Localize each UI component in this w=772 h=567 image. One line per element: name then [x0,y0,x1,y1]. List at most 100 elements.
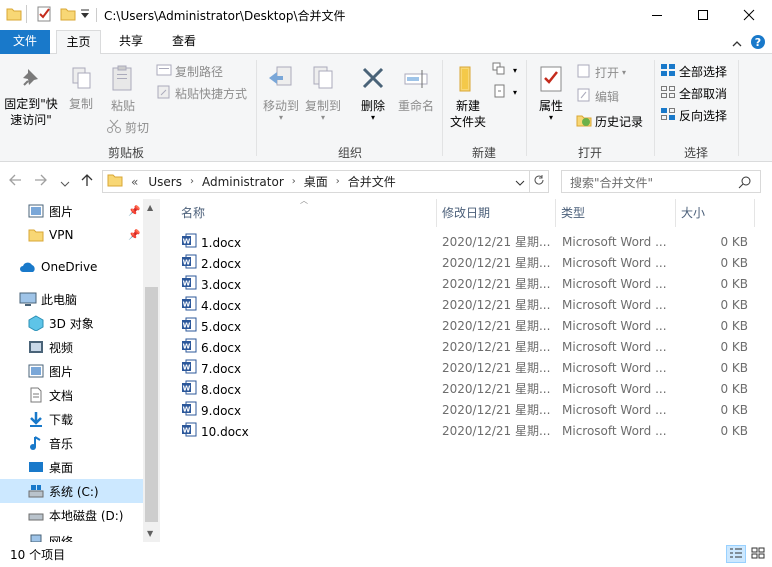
file-name-cell[interactable]: W 5.docx [181,316,241,339]
forward-arrow-icon[interactable] [34,173,48,191]
nav-item-network[interactable]: 网络 [0,533,144,542]
search-input[interactable]: 搜索"合并文件" [561,170,761,193]
nav-item-vpn[interactable]: VPN 📌 [0,223,144,247]
file-name-cell[interactable]: W 6.docx [181,337,241,360]
nav-item-label: 下载 [49,412,74,427]
file-name-cell[interactable]: W 3.docx [181,274,241,297]
file-row[interactable]: W 5.docx 2020/12/21 星期... Microsoft Word ..… [177,316,767,337]
file-name-cell[interactable]: W 7.docx [181,358,241,381]
chevron-right-icon[interactable]: › [190,176,194,187]
file-row[interactable]: W 2.docx 2020/12/21 星期... Microsoft Word ..… [177,253,767,274]
maximize-button[interactable] [680,0,726,30]
up-arrow-icon[interactable] [80,173,94,191]
column-header-type[interactable]: 类型 [561,199,671,227]
file-name-cell[interactable]: W 10.docx [181,421,249,444]
file-name-cell[interactable]: W 9.docx [181,400,241,423]
tab-home[interactable]: 主页 [56,30,101,55]
tab-share[interactable]: 共享 [108,30,154,54]
copy-button[interactable]: 复制 [64,66,98,112]
breadcrumb-administrator[interactable]: Administrator [202,175,284,189]
breadcrumb-desktop[interactable]: 桌面 [304,173,328,190]
large-icons-view-button[interactable] [748,545,768,563]
folder-icon [107,173,123,190]
pin-icon[interactable]: 📌 [128,230,140,241]
nav-item-pictures[interactable]: 图片 [0,359,144,383]
nav-item-local-disk-d[interactable]: 本地磁盘 (D:) [0,503,144,527]
column-header-name[interactable]: 名称 [181,199,436,227]
nav-item-videos[interactable]: 视频 [0,335,144,359]
column-divider[interactable] [555,199,556,227]
customize-quick-access-icon[interactable] [80,8,90,23]
delete-button[interactable]: 删除 ▾ [354,64,392,122]
nav-item-this-pc[interactable]: 此电脑 [0,287,144,311]
invert-selection-button[interactable]: 反向选择 [660,107,727,124]
help-icon[interactable]: ? [750,34,766,53]
recent-locations-icon[interactable] [60,176,70,192]
scroll-down-icon[interactable]: ▼ [147,529,153,538]
column-header-date[interactable]: 修改日期 [442,199,552,227]
file-row[interactable]: W 1.docx 2020/12/21 星期... Microsoft Word ..… [177,232,767,253]
nav-item-downloads[interactable]: 下载 [0,407,144,431]
column-divider[interactable] [675,199,676,227]
back-arrow-icon[interactable] [8,173,22,191]
file-row[interactable]: W 6.docx 2020/12/21 星期... Microsoft Word ..… [177,337,767,358]
column-divider[interactable] [436,199,437,227]
chevron-right-icon[interactable]: › [336,176,340,187]
nav-item-pictures-pinned[interactable]: 图片 📌 [0,199,144,223]
file-name-cell[interactable]: W 4.docx [181,295,241,318]
tab-file[interactable]: 文件 [0,30,50,54]
paste-button[interactable]: 粘贴 [106,64,140,114]
copy-to-button[interactable]: 复制到 ▾ [304,64,342,122]
tab-view[interactable]: 查看 [162,30,206,54]
nav-item-documents[interactable]: 文档 [0,383,144,407]
select-none-button[interactable]: 全部取消 [660,85,727,102]
file-name-cell[interactable]: W 2.docx [181,253,241,276]
properties-quick-icon[interactable] [36,6,52,25]
select-all-button[interactable]: 全部选择 [660,63,727,80]
new-folder-button[interactable]: 新建 文件夹 [448,64,488,130]
file-row[interactable]: W 7.docx 2020/12/21 星期... Microsoft Word ..… [177,358,767,379]
new-folder-quick-icon[interactable] [60,6,76,25]
address-bar[interactable]: « Users › Administrator › 桌面 › 合并文件 [102,170,530,193]
address-dropdown-icon[interactable] [515,176,525,190]
copy-path-button[interactable]: 复制路径 [156,63,223,80]
new-item-button[interactable]: ▾ [492,62,517,79]
nav-item-desktop[interactable]: 桌面 [0,455,144,479]
breadcrumb-users[interactable]: Users [148,175,182,189]
file-row[interactable]: W 3.docx 2020/12/21 星期... Microsoft Word ..… [177,274,767,295]
scrollbar-thumb[interactable] [145,287,158,522]
chevron-right-icon[interactable]: › [292,176,296,187]
pin-icon[interactable]: 📌 [128,206,140,217]
file-row[interactable]: W 4.docx 2020/12/21 星期... Microsoft Word ..… [177,295,767,316]
paste-shortcut-button[interactable]: 粘贴快捷方式 [156,85,247,102]
history-button[interactable]: 历史记录 [576,113,643,130]
move-to-button[interactable]: 移动到 ▾ [262,64,300,122]
nav-item-onedrive[interactable]: OneDrive [0,255,144,279]
nav-item-3d-objects[interactable]: 3D 对象 [0,311,144,335]
minimize-button[interactable] [634,0,680,30]
nav-item-system-drive[interactable]: 系统 (C:) [0,479,144,503]
edit-button[interactable]: 编辑 [576,88,619,105]
cut-button[interactable]: 剪切 [106,119,149,136]
close-button[interactable] [726,0,772,30]
file-name-cell[interactable]: W 1.docx [181,232,241,255]
file-row[interactable]: W 10.docx 2020/12/21 星期... Microsoft Word .… [177,421,767,442]
file-row[interactable]: W 8.docx 2020/12/21 星期... Microsoft Word ..… [177,379,767,400]
address-overflow[interactable]: « [131,175,138,189]
file-name-cell[interactable]: W 8.docx [181,379,241,402]
properties-button[interactable]: 属性 ▾ [532,64,570,122]
breadcrumb-current-folder[interactable]: 合并文件 [348,173,396,190]
open-button[interactable]: 打开 ▾ [576,64,626,81]
collapse-ribbon-icon[interactable] [732,37,742,51]
nav-scrollbar[interactable]: ▲ ▼ [143,199,160,542]
scroll-up-icon[interactable]: ▲ [147,203,153,212]
refresh-button[interactable] [529,170,549,193]
rename-button[interactable]: 重命名 [396,64,436,114]
nav-item-music[interactable]: 音乐 [0,431,144,455]
pin-to-quick-access-button[interactable]: 固定到"快 速访问" [2,66,60,128]
details-view-button[interactable] [726,545,746,563]
easy-access-button[interactable]: ▾ [492,84,517,101]
column-header-size[interactable]: 大小 [681,199,751,227]
column-divider[interactable] [754,199,755,227]
file-row[interactable]: W 9.docx 2020/12/21 星期... Microsoft Word ..… [177,400,767,421]
